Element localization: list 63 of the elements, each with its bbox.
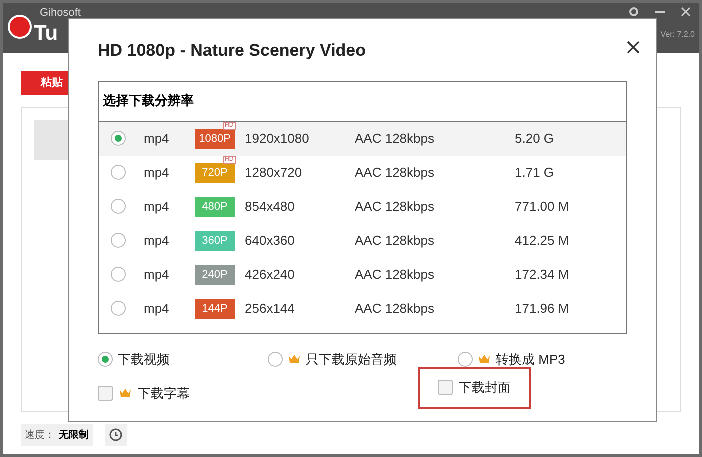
audio-label: AAC 128kbps [355,266,436,284]
size-label: 5.20 G [515,130,554,148]
format-label: mp4 [144,232,170,250]
minimize-icon[interactable] [655,11,665,13]
resolution-row[interactable]: mp4 480P 854x480 AAC 128kbps 771.00 M [99,190,626,224]
version-label: Ver: 7.2.0 [660,29,695,41]
radio-button[interactable] [111,301,126,316]
option-label[interactable]: 下载视频 [118,350,170,369]
size-label: 171.96 M [515,300,570,318]
app-brand: Gihosoft [40,7,81,21]
option-label[interactable]: 转换成 MP3 [496,350,566,369]
radio-button[interactable] [98,352,113,367]
resolution-label: 854x480 [245,198,296,216]
checkbox[interactable] [98,386,113,401]
audio-label: AAC 128kbps [355,198,436,216]
resolution-row[interactable]: mp4 360P 640x360 AAC 128kbps 412.25 M [99,224,626,258]
resolution-label: 640x360 [245,232,296,250]
size-label: 1.71 G [515,164,554,182]
size-label: 412.25 M [515,232,570,250]
app-logo-icon [8,15,32,39]
speed-value: 无限制 [59,428,89,442]
resolution-label: 256x144 [245,300,296,318]
resolution-label: 426x240 [245,266,296,284]
format-label: mp4 [144,300,170,318]
format-label: mp4 [144,198,170,216]
speed-label: 速度： [25,428,55,442]
radio-button[interactable] [111,199,126,214]
quality-badge: 144P [195,299,235,319]
checkbox-label[interactable]: 下载字幕 [138,384,190,403]
audio-label: AAC 128kbps [355,164,436,182]
format-label: mp4 [144,164,170,182]
audio-label: AAC 128kbps [355,232,436,250]
section-title: 选择下载分辨率 [103,92,194,110]
size-label: 771.00 M [515,198,570,216]
close-icon[interactable] [627,41,640,54]
format-label: mp4 [144,130,170,148]
quality-badge: 480P [195,197,235,217]
radio-button[interactable] [111,165,126,180]
quality-badge: 1080P [195,129,235,149]
format-label: mp4 [144,266,170,284]
size-label: 172.34 M [515,266,570,284]
radio-button[interactable] [111,233,126,248]
audio-label: AAC 128kbps [355,130,436,148]
radio-button[interactable] [111,131,126,146]
radio-button[interactable] [458,352,473,367]
resolution-row[interactable]: mp4 240P 426x240 AAC 128kbps 172.34 M [99,258,626,292]
dialog-title: HD 1080p - Nature Scenery Video [98,40,366,62]
resolution-row[interactable]: mp4 144P 256x144 AAC 128kbps 171.96 M [99,292,626,326]
quality-badge: 360P [195,231,235,251]
resolution-label: 1280x720 [245,164,304,182]
checkbox-label[interactable]: 下载封面 [459,378,511,398]
resolution-label: 1920x1080 [245,130,310,148]
app-title: Tu [34,22,60,44]
history-button[interactable] [105,424,127,446]
clock-icon [109,428,123,442]
checkbox[interactable] [438,380,453,396]
audio-label: AAC 128kbps [355,300,436,318]
quality-badge: 240P [195,265,235,285]
radio-button[interactable] [111,267,126,282]
option-label[interactable]: 只下载原始音频 [306,350,397,369]
quality-badge: 720P [195,163,235,183]
radio-button[interactable] [268,352,283,367]
settings-icon[interactable] [629,7,639,17]
